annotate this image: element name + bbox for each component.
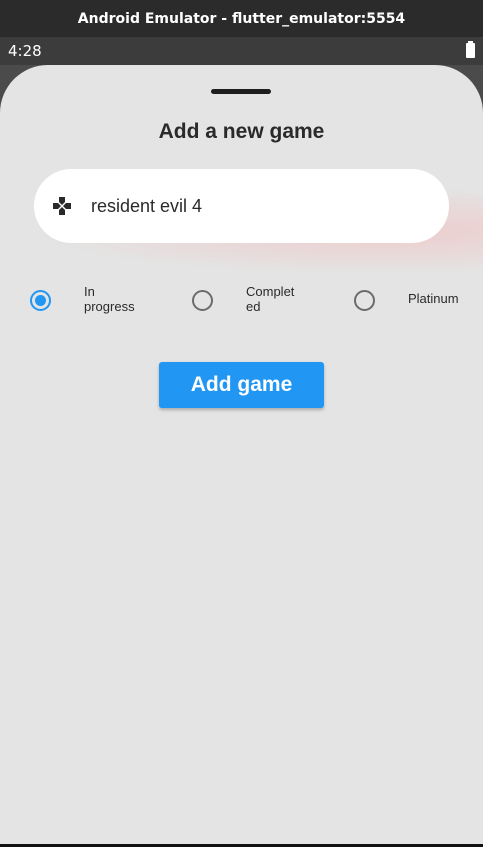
game-name-value: resident evil 4 [91, 196, 203, 216]
sheet-title: Add a new game [158, 120, 325, 143]
battery-full-icon [466, 41, 475, 58]
drag-handle[interactable] [211, 89, 271, 94]
radio-label-line2: ed [246, 299, 261, 314]
add-game-bottom-sheet: Add a new game resident evil 4 In progre… [0, 65, 483, 844]
status-time: 4:28 [8, 42, 42, 60]
radio-option-platinum[interactable]: Platinum [354, 279, 479, 319]
game-status-radio-group: In progress Complet ed Platinum [0, 279, 483, 319]
radio-selected-icon[interactable] [30, 290, 51, 311]
radio-option-in-progress[interactable]: In progress [30, 279, 150, 319]
radio-option-completed[interactable]: Complet ed [192, 279, 312, 319]
window-title-bar: Android Emulator - flutter_emulator:5554 [0, 0, 483, 37]
radio-unselected-icon[interactable] [354, 290, 375, 311]
radio-label-in-progress: In progress [84, 284, 135, 314]
radio-unselected-icon[interactable] [192, 290, 213, 311]
game-name-input[interactable]: resident evil 4 [34, 169, 449, 243]
gamepad-icon [53, 197, 71, 215]
window-title: Android Emulator - flutter_emulator:5554 [77, 10, 406, 27]
radio-label-completed: Complet ed [246, 284, 294, 314]
radio-label-line1: Platinum [408, 291, 459, 306]
status-bar: 4:28 [0, 37, 483, 65]
radio-label-line1: Complet [246, 284, 295, 299]
radio-label-line2: progress [84, 299, 135, 314]
radio-label-platinum: Platinum [408, 291, 459, 306]
add-game-button[interactable]: Add game [159, 362, 324, 408]
radio-label-line1: In [84, 284, 95, 299]
emulator-screen: 4:28 Add a new game resident evil 4 In p… [0, 37, 483, 847]
